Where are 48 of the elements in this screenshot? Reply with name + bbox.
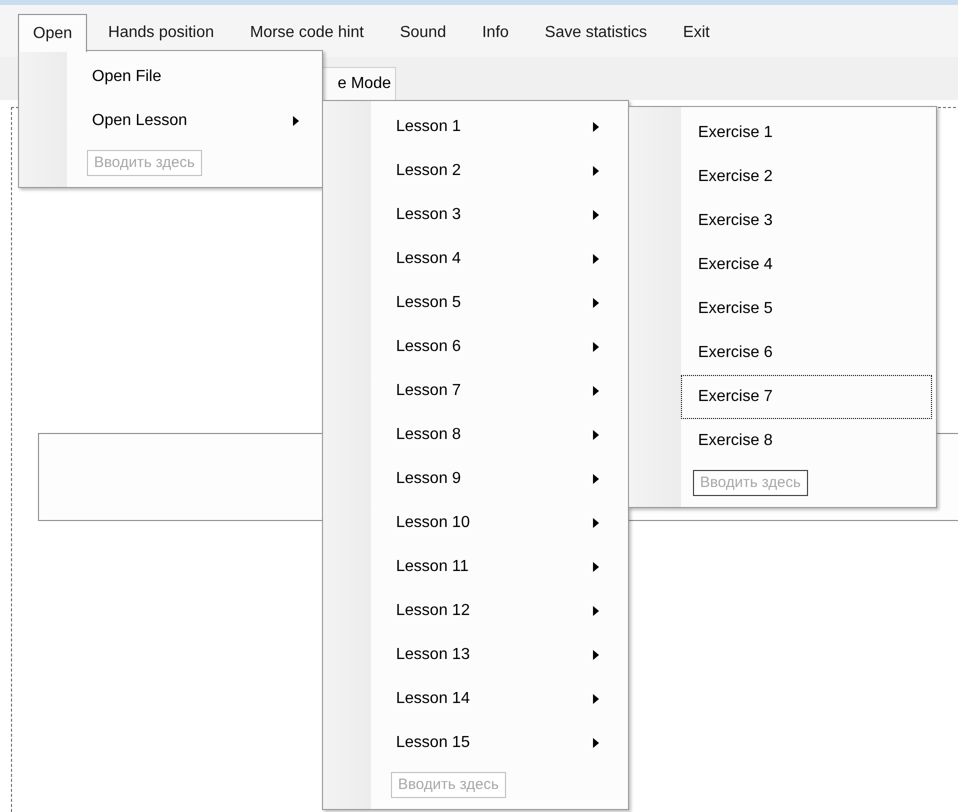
menu-item[interactable]: Lesson 7 [371, 369, 624, 413]
menu-item[interactable]: Lesson 9 [371, 457, 624, 501]
menu-item[interactable]: Lesson 1 [371, 105, 624, 149]
menu-item[interactable]: Lesson 10 [371, 501, 624, 545]
menu-item[interactable]: Lesson 5 [371, 281, 624, 325]
submenu-arrow-icon [593, 342, 599, 352]
menu-item[interactable]: Lesson 12 [371, 589, 624, 633]
submenu-arrow-icon [593, 518, 599, 528]
submenu-arrow-icon [593, 254, 599, 264]
submenu-arrow-icon [593, 562, 599, 572]
menu-bar-item[interactable]: Exit [668, 14, 725, 52]
menu-bar-item[interactable]: Open [18, 14, 88, 52]
submenu-arrow-icon [593, 298, 599, 308]
submenu-arrow-icon [593, 738, 599, 748]
menu-item[interactable]: Exercise 3 [681, 199, 932, 243]
menu-item[interactable]: Exercise 6 [681, 331, 932, 375]
menu-bar-item[interactable]: Save statistics [530, 14, 662, 52]
menu-item[interactable]: Lesson 11 [371, 545, 624, 589]
submenu-arrow-icon [593, 694, 599, 704]
menu-item[interactable]: Lesson 8 [371, 413, 624, 457]
menu-item[interactable]: Exercise 7 [681, 375, 932, 419]
submenu-arrow-icon [593, 166, 599, 176]
tab-label: e Mode [338, 74, 391, 94]
submenu-arrow-icon [593, 650, 599, 660]
menu-item[interactable]: Lesson 13 [371, 633, 624, 677]
menu-item[interactable]: Lesson 3 [371, 193, 624, 237]
menu-item[interactable]: Exercise 2 [681, 155, 932, 199]
menu-bar-item[interactable]: Info [467, 14, 524, 52]
menu-item[interactable]: Exercise 1 [681, 111, 932, 155]
menu-item[interactable]: Exercise 4 [681, 243, 932, 287]
submenu-arrow-icon [593, 430, 599, 440]
menu-bar-item[interactable]: Hands position [93, 14, 229, 52]
submenu-arrow-icon [593, 210, 599, 220]
menu-item[interactable]: Lesson 15 [371, 721, 624, 765]
menu-item[interactable]: Open Lesson [67, 99, 318, 143]
menu-bar-item[interactable]: Morse code hint [234, 14, 379, 52]
menu-bar-item[interactable]: Sound [384, 14, 462, 52]
submenu-arrow-icon [593, 122, 599, 132]
submenu-arrow-icon [593, 386, 599, 396]
menu-item[interactable]: Lesson 14 [371, 677, 624, 721]
submenu-arrow-icon [593, 474, 599, 484]
menu-item[interactable]: Lesson 4 [371, 237, 624, 281]
menu-item[interactable]: Exercise 8 [681, 419, 932, 463]
menu-item[interactable]: Lesson 2 [371, 149, 624, 193]
submenu-arrow-icon [593, 606, 599, 616]
submenu-arrow-icon [293, 116, 299, 126]
menu-item[interactable]: Exercise 5 [681, 287, 932, 331]
menu-item[interactable]: Lesson 6 [371, 325, 624, 369]
